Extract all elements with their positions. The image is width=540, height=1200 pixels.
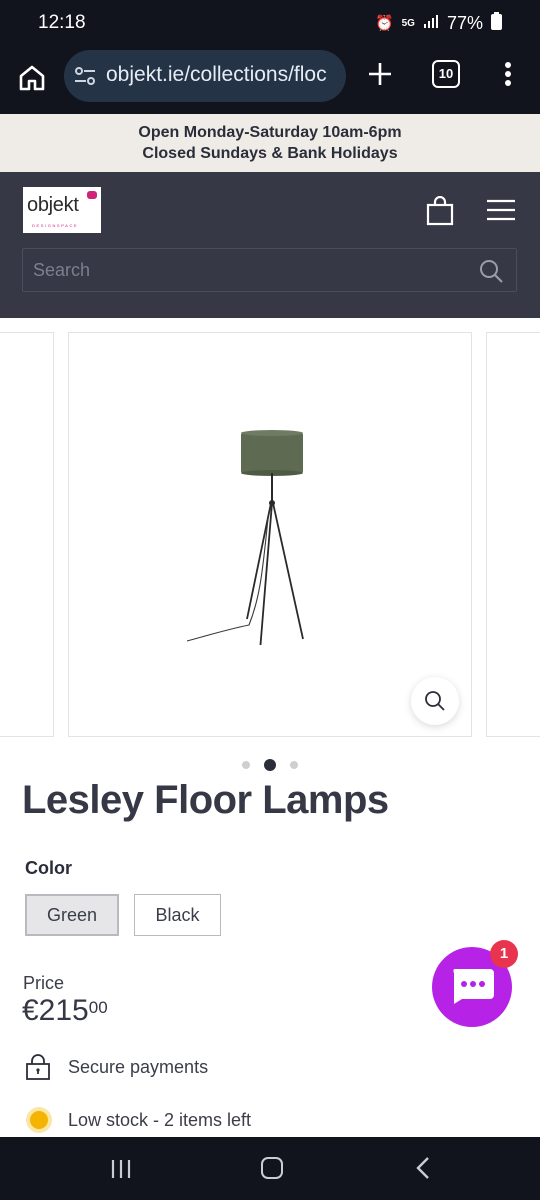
battery-level: 77% bbox=[446, 12, 483, 33]
color-option-label: Color bbox=[25, 858, 72, 878]
address-bar[interactable]: objekt.ie/collections/floc bbox=[64, 50, 346, 102]
gallery-slide-next[interactable] bbox=[486, 332, 540, 737]
network-type: 5G bbox=[401, 17, 415, 29]
logo-badge bbox=[87, 191, 97, 199]
url-text: objekt.ie/collections/floc bbox=[106, 63, 327, 86]
secure-payments-text: Secure payments bbox=[68, 1056, 209, 1077]
signal-icon bbox=[423, 13, 439, 33]
site-header: objekt DESIGNSPACE bbox=[0, 172, 540, 318]
chat-icon bbox=[453, 969, 494, 1004]
alarm-icon: ⏰ bbox=[374, 15, 394, 32]
product-price: €21500 bbox=[22, 994, 108, 1028]
browser-home-button[interactable] bbox=[16, 62, 48, 94]
price-cents: 00 bbox=[88, 998, 108, 1017]
status-time: 12:18 bbox=[38, 12, 86, 33]
hamburger-icon bbox=[487, 199, 515, 221]
product-gallery bbox=[0, 318, 540, 748]
system-home-button[interactable] bbox=[261, 1157, 283, 1179]
product-image-floor-lamp bbox=[186, 430, 304, 645]
search-box bbox=[22, 248, 517, 292]
gallery-dot-3[interactable] bbox=[290, 760, 298, 769]
announcement-line-2: Closed Sundays & Bank Holidays bbox=[142, 145, 398, 162]
back-icon[interactable] bbox=[414, 1156, 434, 1180]
announcement-bar: Open Monday-Saturday 10am-6pm Closed Sun… bbox=[0, 114, 540, 172]
plus-icon bbox=[369, 63, 391, 85]
menu-button[interactable] bbox=[486, 198, 516, 222]
stock-status-row: Low stock - 2 items left bbox=[24, 1105, 251, 1135]
gallery-pagination bbox=[0, 756, 540, 771]
search-icon[interactable] bbox=[478, 258, 504, 284]
tab-switcher-button[interactable]: 10 bbox=[432, 60, 460, 88]
search-input[interactable] bbox=[33, 249, 463, 291]
zoom-button[interactable] bbox=[411, 677, 459, 725]
color-option-green[interactable]: Green bbox=[25, 894, 119, 936]
shopping-bag-icon bbox=[426, 195, 454, 226]
gallery-dot-2[interactable] bbox=[264, 758, 276, 771]
battery-icon bbox=[491, 12, 502, 34]
logo-text: objekt bbox=[27, 194, 79, 216]
logo-subtext: DESIGNSPACE bbox=[32, 223, 79, 228]
gallery-slide-current[interactable] bbox=[68, 332, 472, 737]
browser-toolbar: objekt.ie/collections/floc 10 bbox=[0, 46, 540, 114]
more-vert-icon bbox=[505, 62, 511, 86]
secure-payments-row: Secure payments bbox=[24, 1052, 208, 1082]
zoom-icon bbox=[425, 691, 445, 711]
lock-icon bbox=[26, 1054, 50, 1080]
system-navigation-bar bbox=[0, 1137, 540, 1200]
status-bar: 12:18 ⏰ 5G 77% bbox=[0, 0, 540, 46]
gallery-dot-1[interactable] bbox=[242, 760, 250, 769]
price-label: Price bbox=[23, 973, 65, 993]
site-logo[interactable]: objekt DESIGNSPACE bbox=[23, 187, 101, 233]
color-option-black[interactable]: Black bbox=[134, 894, 221, 936]
status-icons: ⏰ 5G 77% bbox=[375, 12, 502, 34]
recents-icon[interactable] bbox=[110, 1159, 132, 1179]
browser-menu-button[interactable] bbox=[500, 60, 516, 88]
product-title: Lesley Floor Lamps bbox=[22, 778, 389, 822]
stock-status-text: Low stock - 2 items left bbox=[68, 1109, 252, 1130]
chat-unread-badge: 1 bbox=[490, 940, 518, 968]
announcement-line-1: Open Monday-Saturday 10am-6pm bbox=[138, 124, 402, 141]
gallery-slide-previous[interactable] bbox=[0, 332, 54, 737]
site-settings-icon[interactable] bbox=[74, 65, 96, 87]
low-stock-indicator-icon bbox=[30, 1111, 48, 1129]
home-icon bbox=[19, 65, 45, 91]
price-main: €215 bbox=[22, 994, 89, 1027]
cart-button[interactable] bbox=[426, 195, 454, 226]
new-tab-button[interactable] bbox=[366, 60, 394, 88]
